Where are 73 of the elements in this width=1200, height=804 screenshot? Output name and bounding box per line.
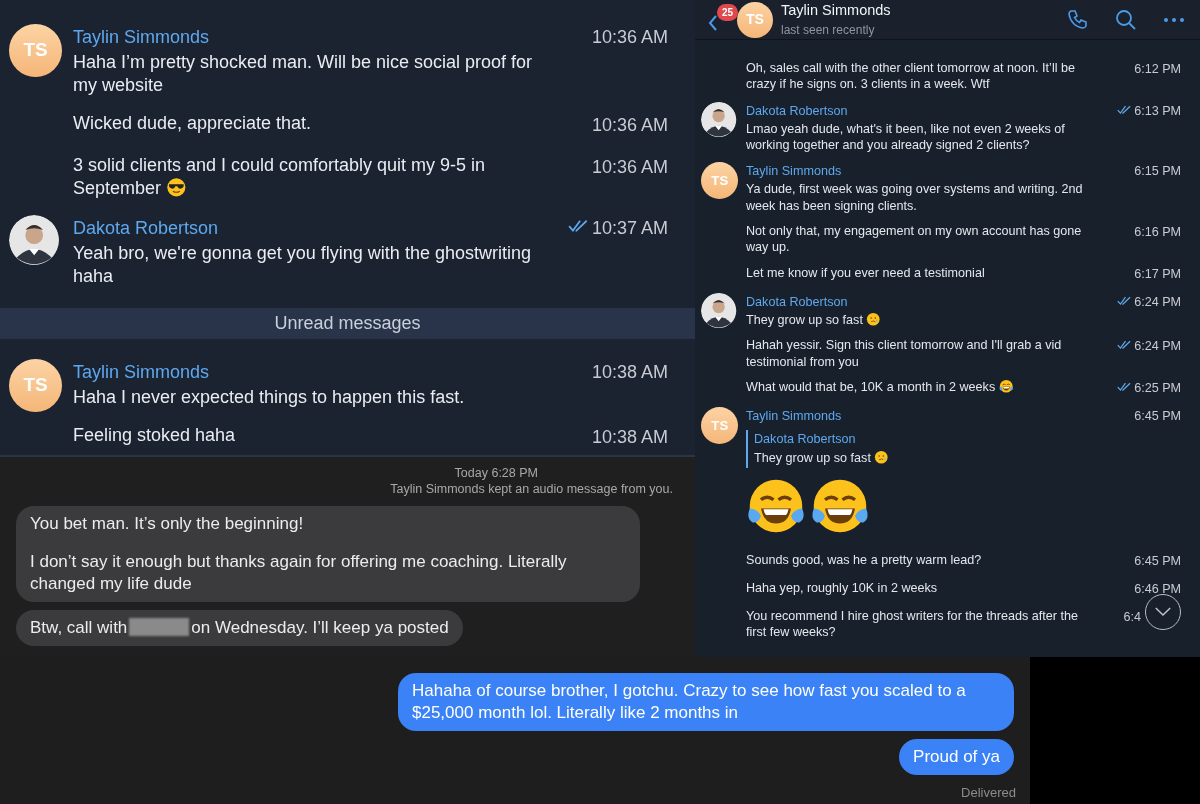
message-text: Hahaha of course brother, I gotchu. Crazy to see how fast you scaled to a $25,000 month lol. Literally like 2 months in — [412, 680, 967, 725]
message-text: Feeling stoked haha — [72, 423, 235, 447]
teary-smile-icon — [874, 450, 889, 465]
chevron-down-icon[interactable] — [1154, 606, 1173, 618]
message-time: 6:4 — [1123, 608, 1142, 626]
message-text: Yeah bro, we're gonna get you flying with the ghostwriting haha — [72, 241, 532, 289]
phone-icon[interactable] — [1066, 7, 1090, 32]
message-time: 6:46 PM — [1134, 580, 1182, 598]
message-text: Haha I never expected things to happen this fast. — [72, 386, 466, 410]
message-time: 10:38 AM — [591, 425, 668, 449]
message-time: 6:12 PM — [1134, 61, 1182, 78]
message-text: You recommend I hire ghost writers for the threads after the first few weeks? — [746, 607, 1080, 641]
message-text: Btw, call with — [30, 617, 128, 637]
sunglasses-face-icon — [165, 176, 187, 198]
message-text: They grow up so fast — [746, 311, 1086, 329]
message-text: Not only that, my engagement on my own account has gone way up. — [746, 223, 1083, 256]
sender-name: Dakota Robertson — [746, 293, 848, 311]
sender-name: Dakota Robertson — [72, 216, 218, 240]
unread-badge: 25 — [717, 3, 739, 21]
message-text: I don’t say it enough but thanks again for offering me coaching. Literally changed my life dude — [30, 550, 568, 595]
avatar-initials: TS — [9, 24, 62, 77]
reply-sender: Dakota Robertson — [754, 431, 857, 449]
message-text: Haha I’m pretty shocked man. Will be nice social proof for my website — [72, 51, 534, 98]
timestamp: Today 6:28 PM — [453, 465, 539, 482]
reply-text: They grow up so fast — [754, 449, 1182, 468]
message-time: 6:25 PM — [1134, 379, 1182, 397]
message-time: 6:45 PM — [1134, 553, 1182, 570]
search-icon[interactable] — [1114, 7, 1138, 32]
avatar-icon — [701, 101, 737, 138]
message-text: Let me know if you ever need a testimonial — [746, 264, 985, 282]
avatar-icon — [9, 214, 60, 266]
message-time: 6:45 PM — [1134, 407, 1182, 425]
message-text: Proud of ya — [913, 746, 1000, 769]
message-text: Wicked dude, appreciate that. — [72, 112, 312, 136]
message-time: 6:17 PM — [1134, 265, 1182, 283]
avatar-initials: TS — [701, 406, 739, 444]
message-text: 3 solid clients and I could comfortably quit my 9-5 in September — [72, 153, 487, 201]
sender-name: Taylin Simmonds — [746, 407, 842, 425]
avatar-initials: TS — [701, 162, 739, 200]
message-time: 6:24 PM — [1134, 338, 1182, 356]
sender-name: Taylin Simmonds — [72, 26, 209, 49]
message-text: Ya dude, first week was going over systems and writing. 2nd week has been signing clients. — [746, 181, 1084, 215]
message-text: You bet man. It’s only the beginning! — [30, 512, 305, 535]
last-seen-status: last seen recently — [781, 22, 876, 40]
teary-smile-icon — [866, 311, 881, 327]
message-time: 6:16 PM — [1134, 224, 1182, 242]
message-time: 10:36 AM — [591, 26, 668, 49]
avatar-initials: TS — [9, 359, 62, 413]
sender-name: Taylin Simmonds — [72, 361, 209, 385]
message-text: Hahah yessir. Sign this client tomorrow and I'll grab a vid testimonial from you — [746, 337, 1063, 370]
message-time: 6:15 PM — [1134, 163, 1182, 181]
message-text: on Wednesday. I’ll keep ya posted — [191, 617, 449, 637]
avatar-initials: TS — [737, 1, 773, 38]
sender-name: Dakota Robertson — [746, 102, 848, 120]
message-text: Oh, sales call with the other client tomorrow at noon. It’ll be crazy if he signs on. 3 clients in a week. Wtf — [746, 60, 1076, 93]
message-text: What would that be, 10K a month in 2 weeks — [746, 378, 1014, 398]
message-text: Haha yep, roughly 10K in 2 weeks — [746, 579, 938, 597]
scroll-down-button[interactable] — [1145, 593, 1182, 630]
status-notice: Taylin Simmonds kept an audio message from you. — [389, 481, 673, 498]
delivery-status: Delivered — [960, 784, 1017, 803]
sender-name: Taylin Simmonds — [746, 163, 842, 181]
message-text: Sounds good, was he a pretty warm lead? — [746, 552, 982, 569]
message-time: 6:24 PM — [1134, 293, 1182, 311]
message-time: 10:37 AM — [591, 216, 668, 240]
chat-title: Taylin Simmonds — [781, 0, 892, 20]
back-button[interactable] — [707, 13, 719, 32]
message-text: Lmao yeah dude, what's it been, like not even 2 weeks of working together and you already signed 2 clients? — [746, 120, 1066, 154]
message-time: 10:36 AM — [591, 114, 668, 138]
message-time: 10:36 AM — [591, 155, 668, 179]
message-time: 6:13 PM — [1134, 102, 1182, 120]
laughing-tears-icon — [998, 379, 1014, 394]
message-time: 10:38 AM — [591, 361, 668, 385]
avatar-icon — [701, 292, 737, 329]
